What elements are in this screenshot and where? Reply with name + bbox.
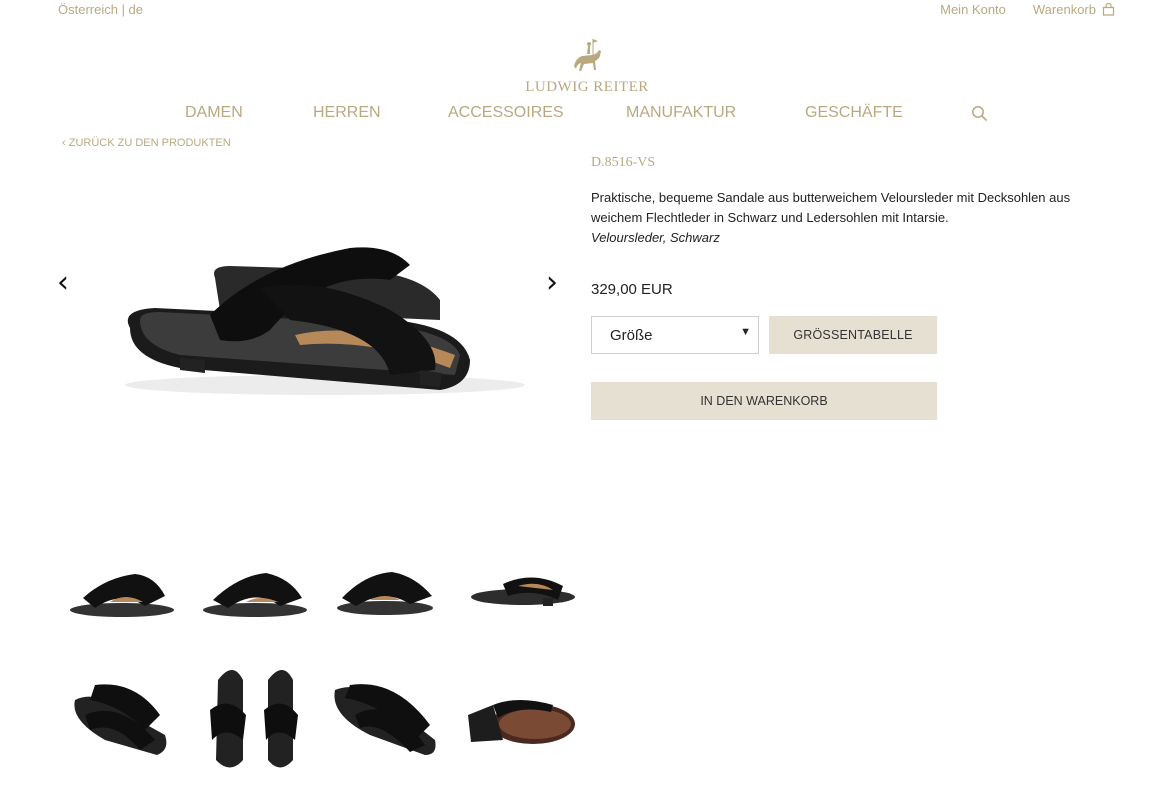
thumbnail-2[interactable]: [198, 540, 313, 655]
thumbnail-8[interactable]: [463, 660, 578, 775]
chevron-down-icon: ▼: [740, 326, 751, 338]
nav-item-manufaktur[interactable]: MANUFAKTUR: [626, 104, 736, 122]
search-icon[interactable]: [971, 105, 988, 122]
thumbnail-5[interactable]: [65, 660, 180, 775]
size-table-button[interactable]: GRÖSSENTABELLE: [769, 316, 937, 354]
chevron-right-icon[interactable]: ›: [546, 268, 558, 298]
product-main-image: [125, 247, 525, 395]
product-info: D.8516-VS Praktische, bequeme Sandale au…: [591, 155, 1111, 248]
product-sku: D.8516-VS: [591, 155, 656, 170]
chevron-left-icon[interactable]: ‹: [57, 268, 69, 298]
thumbnail-1[interactable]: [65, 540, 180, 655]
thumbnail-4[interactable]: [463, 540, 578, 655]
top-bar: Österreich | de Mein Konto Warenkorb: [0, 0, 1157, 20]
nav-item-geschaefte[interactable]: GESCHÄFTE: [805, 104, 903, 122]
product-description: Praktische, bequeme Sandale aus butterwe…: [591, 190, 1071, 225]
thumbnail-7[interactable]: [330, 660, 445, 775]
back-link-label: ZURÜCK ZU DEN PRODUKTEN: [68, 137, 231, 149]
back-to-products-link[interactable]: ‹ ZURÜCK ZU DEN PRODUKTEN: [62, 137, 231, 149]
size-select[interactable]: Größe ▼: [591, 316, 759, 354]
nav-item-herren[interactable]: HERREN: [313, 104, 381, 122]
chevron-left-small-icon: ‹: [62, 137, 66, 149]
horse-rider-icon: [574, 39, 601, 71]
thumbnail-6[interactable]: [198, 660, 313, 775]
product-material: Veloursleder, Schwarz: [591, 230, 720, 245]
main-nav: DAMEN HERREN ACCESSOIRES MANUFAKTUR GESC…: [0, 104, 1157, 126]
nav-item-damen[interactable]: DAMEN: [185, 104, 243, 122]
bag-icon: [1102, 3, 1115, 16]
brand-logo[interactable]: LUDWIG REITER: [522, 38, 652, 96]
cart-label: Warenkorb: [1032, 2, 1096, 17]
nav-item-accessoires[interactable]: ACCESSOIRES: [448, 104, 564, 122]
product-price: 329,00 EUR: [591, 281, 673, 298]
add-to-cart-button[interactable]: IN DEN WARENKORB: [591, 382, 937, 420]
size-select-value: Größe: [610, 326, 653, 344]
region-selector[interactable]: Österreich | de: [58, 2, 143, 17]
brand-wordmark: LUDWIG REITER: [525, 79, 649, 95]
thumbnail-3[interactable]: [330, 540, 445, 655]
cart-link[interactable]: Warenkorb: [1033, 2, 1115, 17]
my-account-link[interactable]: Mein Konto: [940, 2, 1006, 17]
